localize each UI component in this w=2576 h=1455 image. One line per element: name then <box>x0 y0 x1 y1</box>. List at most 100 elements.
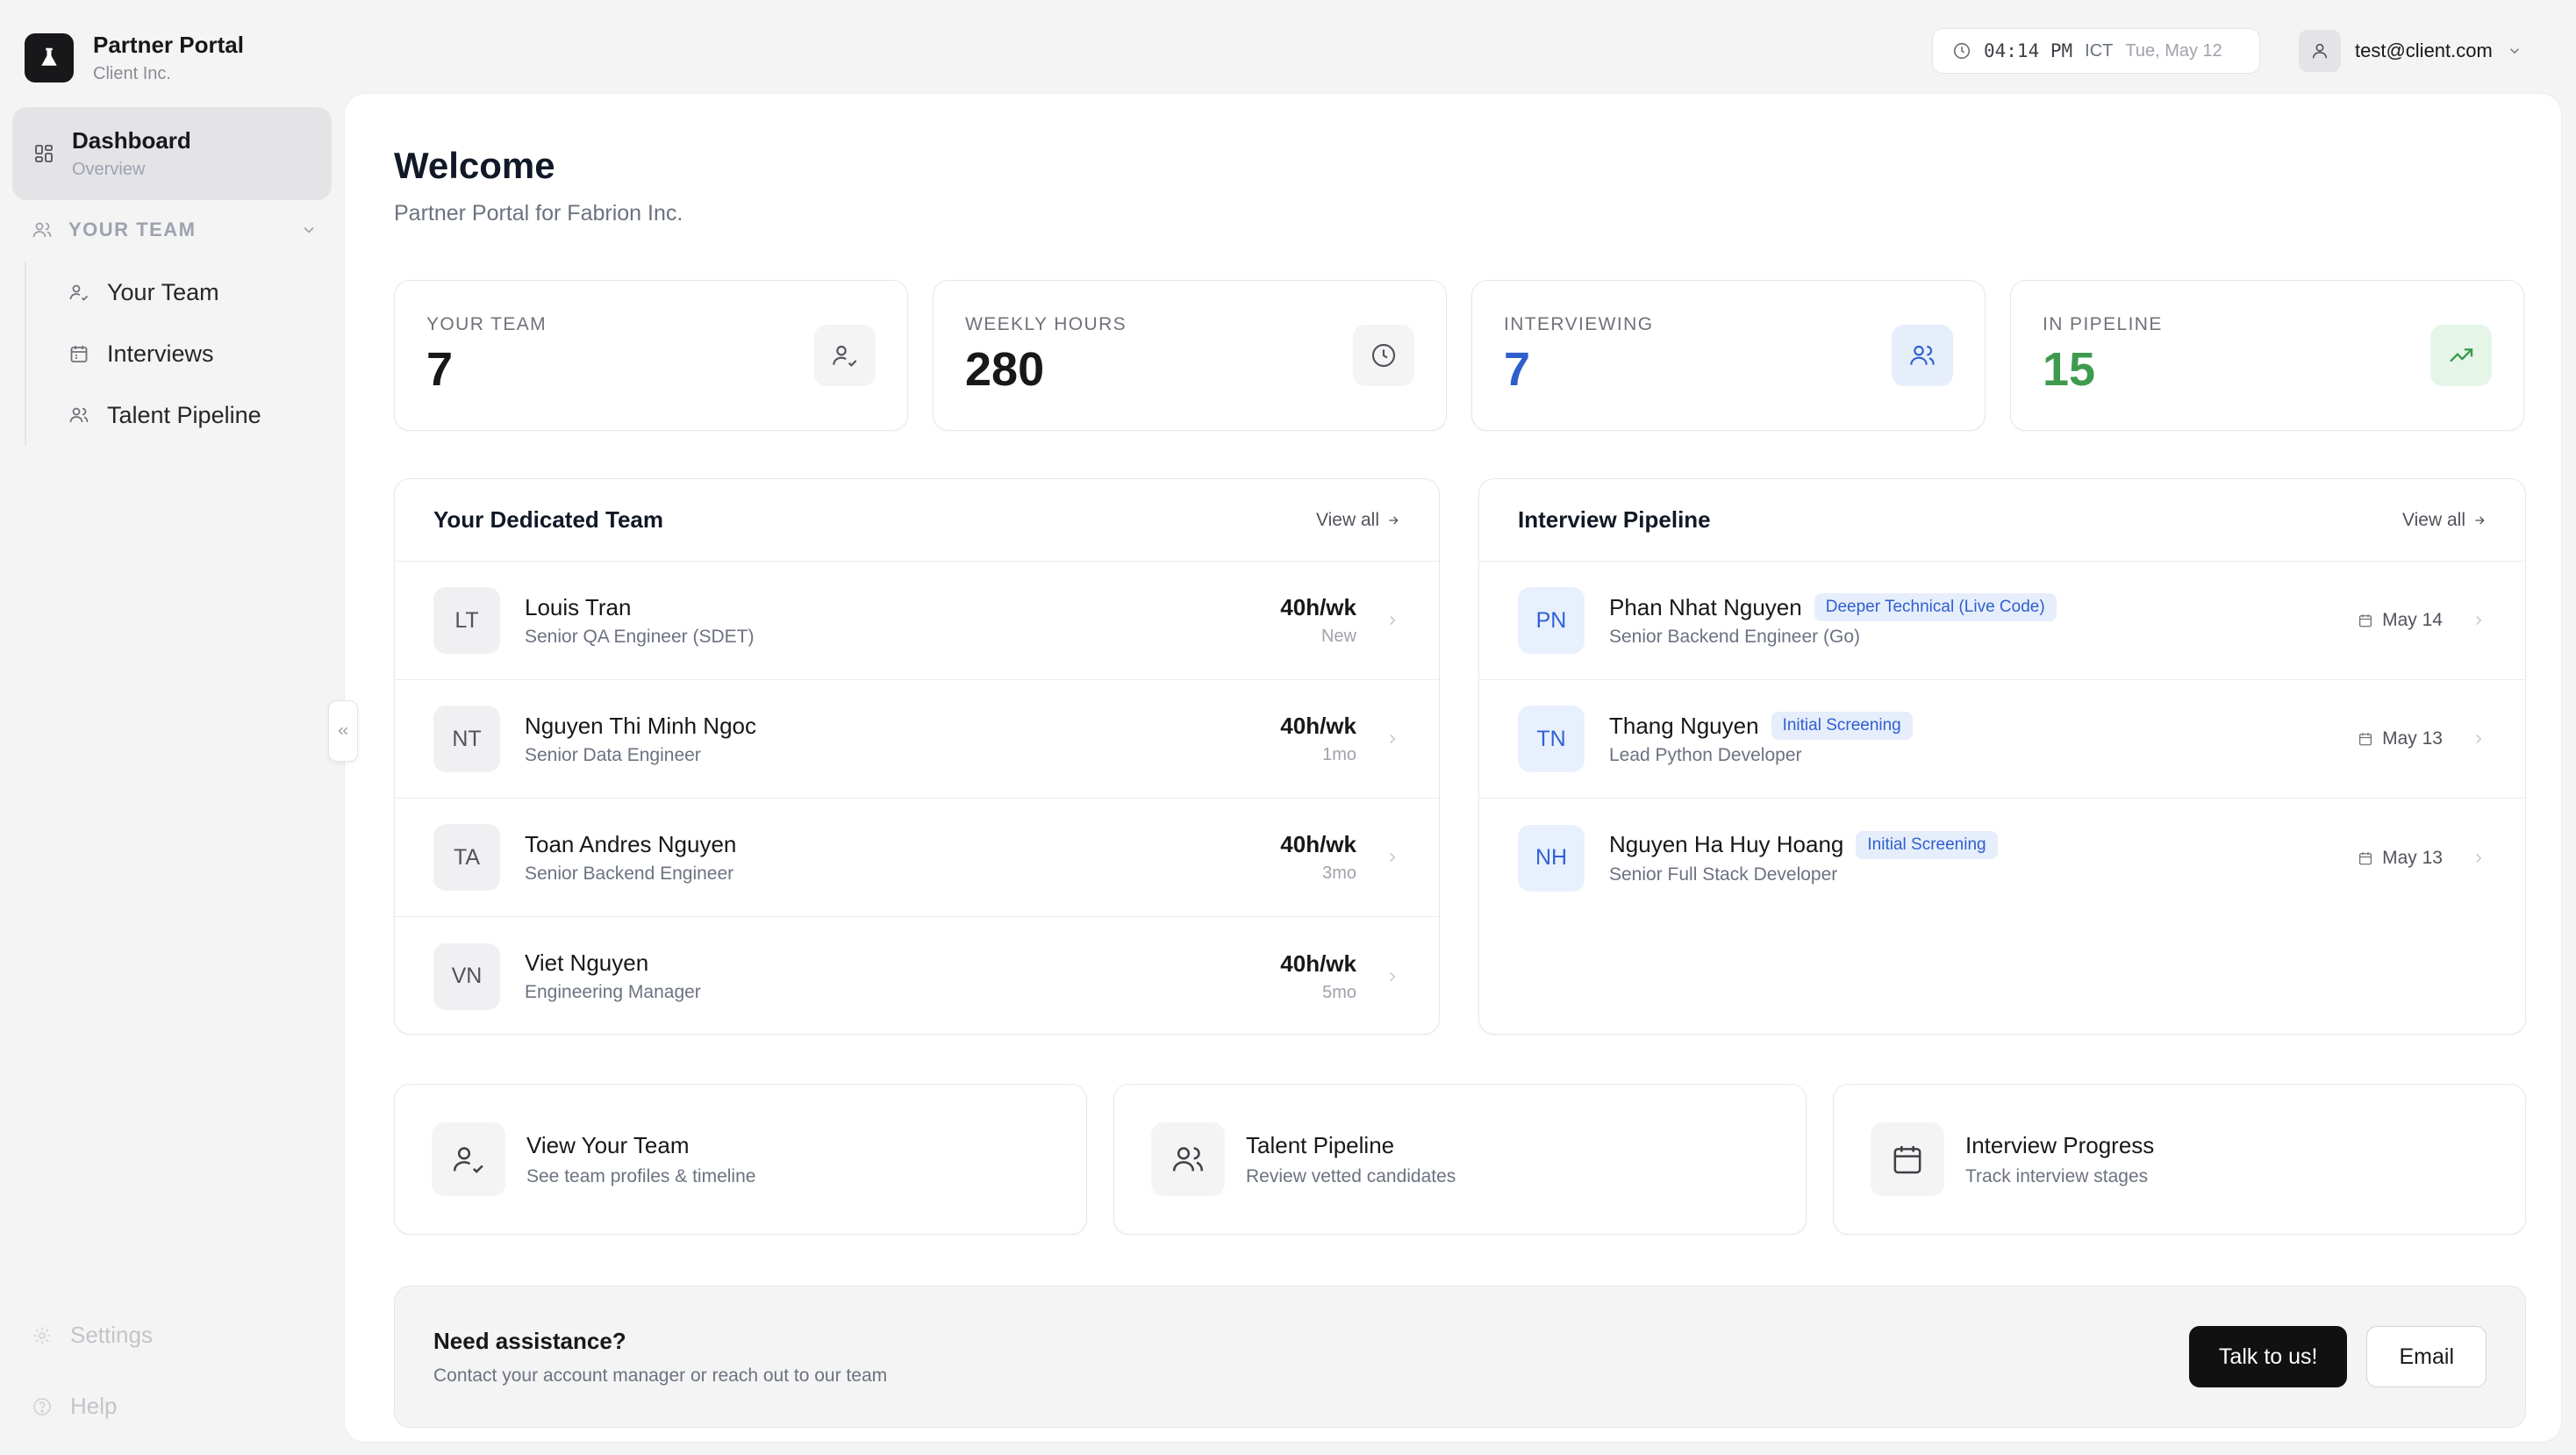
avatar: NT <box>433 706 500 772</box>
team-member-row[interactable]: LT Louis Tran Senior QA Engineer (SDET) … <box>395 562 1439 680</box>
clock-icon <box>1952 41 1971 61</box>
sidebar-item-dashboard[interactable]: Dashboard Overview <box>12 107 332 200</box>
trending-up-icon <box>2430 325 2492 386</box>
stat-card-interviewing: INTERVIEWING 7 <box>1471 280 1986 431</box>
view-all-team-link[interactable]: View all <box>1316 510 1400 531</box>
candidate-role: Lead Python Developer <box>1609 745 1802 765</box>
calendar-icon <box>2358 850 2373 866</box>
brand-subtitle: Client Inc. <box>93 64 171 83</box>
chevron-right-icon <box>1385 969 1400 985</box>
avatar: LT <box>433 587 500 654</box>
candidate-row[interactable]: NH Nguyen Ha Huy Hoang Initial Screening… <box>1479 799 2525 917</box>
gear-icon <box>32 1325 53 1346</box>
quick-action-talent-pipeline[interactable]: Talent Pipeline Review vetted candidates <box>1113 1084 1807 1235</box>
avatar: VN <box>433 943 500 1010</box>
user-check-icon <box>68 282 89 303</box>
panel-title: Interview Pipeline <box>1518 506 1711 533</box>
user-email: test@client.com <box>2355 39 2493 61</box>
quick-action-title: Interview Progress <box>1965 1131 2155 1158</box>
candidate-row[interactable]: TN Thang Nguyen Initial Screening Lead P… <box>1479 680 2525 799</box>
sidebar: Partner Portal Client Inc. Dashboard Ove… <box>0 0 344 1455</box>
user-check-icon <box>814 325 876 386</box>
sidebar-item-talent-pipeline[interactable]: Talent Pipeline <box>26 384 323 446</box>
chevron-right-icon <box>2471 731 2487 747</box>
chevron-down-icon[interactable] <box>300 221 318 239</box>
talk-to-us-button[interactable]: Talk to us! <box>2188 1326 2348 1387</box>
interview-date: May 14 <box>2382 610 2443 630</box>
calendar-icon <box>2358 613 2373 628</box>
view-all-label: View all <box>2402 509 2465 530</box>
users-icon <box>32 219 53 240</box>
sidebar-item-label: Dashboard <box>72 127 191 154</box>
avatar: PN <box>1518 587 1585 654</box>
sidebar-item-settings[interactable]: Settings <box>32 1322 153 1349</box>
stat-card-weekly-hours: WEEKLY HOURS 280 <box>933 280 1447 431</box>
member-role: Senior Backend Engineer <box>525 863 734 884</box>
stat-value: 280 <box>965 343 1045 396</box>
chevron-right-icon <box>1385 849 1400 865</box>
sidebar-item-label: Settings <box>70 1322 153 1348</box>
brand[interactable]: Partner Portal Client Inc. <box>25 32 244 84</box>
stat-label: INTERVIEWING <box>1504 314 1654 334</box>
clock-time: 04:14 PM <box>1984 40 2073 61</box>
sidebar-item-interviews[interactable]: Interviews <box>26 323 323 384</box>
team-member-row[interactable]: TA Toan Andres Nguyen Senior Backend Eng… <box>395 799 1439 917</box>
grid-icon <box>33 143 54 164</box>
team-member-row[interactable]: NT Nguyen Thi Minh Ngoc Senior Data Engi… <box>395 680 1439 799</box>
member-role: Senior Data Engineer <box>525 744 701 765</box>
stat-label: YOUR TEAM <box>426 314 547 334</box>
avatar: TN <box>1518 706 1585 772</box>
help-circle-icon <box>32 1396 53 1417</box>
candidate-role: Senior Backend Engineer (Go) <box>1609 627 1860 647</box>
member-hours: 40h/wk <box>1280 594 1356 620</box>
stage-badge: Deeper Technical (Live Code) <box>1814 593 2057 621</box>
dedicated-team-panel: Your Dedicated Team View all LT Louis Tr… <box>394 478 1440 1035</box>
quick-action-interview-progress[interactable]: Interview Progress Track interview stage… <box>1833 1084 2526 1235</box>
member-hours: 40h/wk <box>1280 713 1356 739</box>
panel-title: Your Dedicated Team <box>433 506 663 533</box>
email-button[interactable]: Email <box>2366 1326 2487 1387</box>
candidate-name: Nguyen Ha Huy Hoang <box>1609 831 1844 857</box>
sidebar-item-your-team[interactable]: Your Team <box>26 262 323 323</box>
member-name: Viet Nguyen <box>525 950 649 976</box>
quick-action-sub: Review vetted candidates <box>1246 1165 1456 1186</box>
logo-icon <box>25 33 74 82</box>
sidebar-item-label: Interviews <box>107 340 214 367</box>
clock-display: 04:14 PM ICT Tue, May 12 <box>1932 28 2260 74</box>
team-member-row[interactable]: VN Viet Nguyen Engineering Manager 40h/w… <box>395 917 1439 1034</box>
chevron-down-icon <box>2507 43 2522 59</box>
view-all-pipeline-link[interactable]: View all <box>2402 510 2487 531</box>
collapse-sidebar-button[interactable] <box>328 700 358 762</box>
arrow-right-icon <box>2465 513 2487 527</box>
assistance-subtitle: Contact your account manager or reach ou… <box>433 1365 888 1386</box>
sidebar-subnav: Your Team Interviews Talent Pipeline <box>25 262 323 446</box>
assistance-title: Need assistance? <box>433 1327 626 1354</box>
stat-label: IN PIPELINE <box>2043 314 2163 334</box>
brand-title: Partner Portal <box>93 32 244 58</box>
avatar: TA <box>433 824 500 891</box>
candidate-role: Senior Full Stack Developer <box>1609 864 1838 885</box>
candidate-row[interactable]: PN Phan Nhat Nguyen Deeper Technical (Li… <box>1479 562 2525 680</box>
sidebar-section-your-team[interactable]: YOUR TEAM <box>32 214 318 246</box>
chevron-right-icon <box>1385 731 1400 747</box>
user-avatar-icon <box>2299 30 2341 72</box>
avatar: NH <box>1518 824 1585 892</box>
stage-badge: Initial Screening <box>1856 830 1998 859</box>
main-content: Welcome Partner Portal for Fabrion Inc. … <box>344 93 2562 1443</box>
calendar-icon <box>68 343 89 364</box>
stat-card-in-pipeline: IN PIPELINE 15 <box>2010 280 2524 431</box>
member-role: Senior QA Engineer (SDET) <box>525 626 755 647</box>
calendar-icon <box>1871 1122 1944 1196</box>
clock-icon <box>1353 325 1414 386</box>
sidebar-item-help[interactable]: Help <box>32 1393 117 1420</box>
candidate-name: Phan Nhat Nguyen <box>1609 593 1802 620</box>
quick-action-view-team[interactable]: View Your Team See team profiles & timel… <box>394 1084 1087 1235</box>
member-tenure: 1mo <box>1322 745 1356 764</box>
quick-action-sub: See team profiles & timeline <box>526 1165 756 1186</box>
candidate-name: Thang Nguyen <box>1609 712 1759 739</box>
user-menu[interactable]: test@client.com <box>2299 28 2522 74</box>
member-role: Engineering Manager <box>525 982 701 1002</box>
users-icon <box>1892 325 1953 386</box>
calendar-icon <box>2358 731 2373 747</box>
sidebar-section-label: YOUR TEAM <box>68 219 197 240</box>
